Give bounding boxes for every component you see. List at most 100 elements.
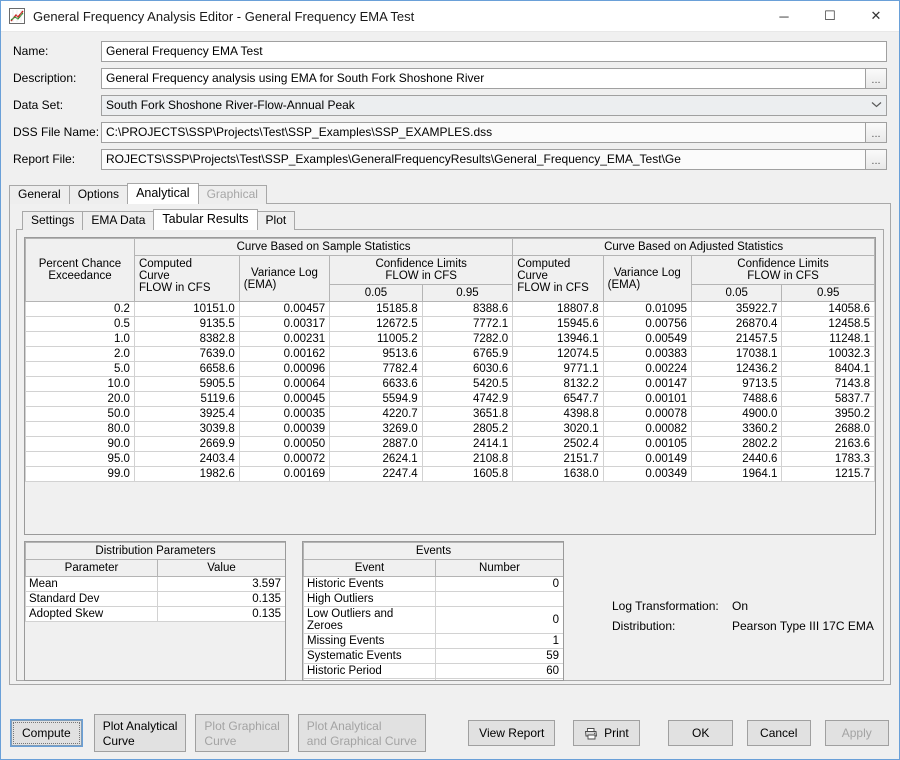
table-cell[interactable]: 0.00149: [602, 451, 693, 467]
table-cell[interactable]: 8132.2: [512, 376, 604, 392]
table-cell[interactable]: 13946.1: [512, 331, 604, 347]
maximize-button[interactable]: ☐: [807, 1, 853, 32]
close-button[interactable]: ✕: [853, 1, 899, 32]
events-container[interactable]: Events Event Number Historic Events 0 High…: [302, 541, 564, 681]
table-cell[interactable]: 0.00072: [238, 451, 331, 467]
table-cell[interactable]: 9135.5: [133, 316, 240, 332]
table-cell[interactable]: 99.0: [25, 466, 135, 482]
table-cell[interactable]: 2108.8: [421, 451, 514, 467]
ok-button[interactable]: OK: [668, 720, 733, 746]
table-cell[interactable]: 6633.6: [329, 376, 423, 392]
table-cell[interactable]: 0.00035: [238, 406, 331, 422]
table-cell[interactable]: 5594.9: [329, 391, 423, 407]
event-name-cell[interactable]: Systematic Events: [303, 648, 436, 664]
parameter-name-cell[interactable]: Standard Dev: [25, 591, 158, 607]
dss-file-browse-button[interactable]: ...: [866, 121, 887, 143]
table-cell[interactable]: 0.00050: [238, 436, 331, 452]
parameter-value-cell[interactable]: 0.135: [157, 591, 285, 607]
table-cell[interactable]: 80.0: [25, 421, 135, 437]
table-row[interactable]: 90.0 2669.9 0.00050 2887.0 2414.1 2502.4 0.001…: [25, 436, 875, 452]
table-cell[interactable]: 5420.5: [421, 376, 514, 392]
table-cell[interactable]: 2802.2: [690, 436, 783, 452]
event-number-cell[interactable]: 60: [434, 663, 563, 679]
table-cell[interactable]: 0.00105: [602, 436, 693, 452]
tab-ema-data[interactable]: EMA Data: [82, 211, 155, 230]
table-cell[interactable]: 0.00039: [238, 421, 331, 437]
table-cell[interactable]: 2805.2: [421, 421, 514, 437]
table-cell[interactable]: 3925.4: [133, 406, 240, 422]
table-row[interactable]: 5.0 6658.6 0.00096 7782.4 6030.6 9771.1 0.0022…: [25, 361, 875, 377]
parameter-value-cell[interactable]: 0.135: [157, 606, 285, 622]
table-cell[interactable]: 7639.0: [133, 346, 240, 362]
table-row[interactable]: High Outliers: [303, 591, 563, 607]
distribution-parameters-container[interactable]: Distribution Parameters Parameter Value …: [24, 541, 286, 681]
table-row[interactable]: 20.0 5119.6 0.00045 5594.9 4742.9 6547.7 0.001…: [25, 391, 875, 407]
table-cell[interactable]: 12074.5: [512, 346, 604, 362]
table-cell[interactable]: 2151.7: [512, 451, 604, 467]
description-input[interactable]: General Frequency analysis using EMA for…: [101, 67, 866, 89]
event-name-cell[interactable]: Missing Events: [303, 633, 436, 649]
description-browse-button[interactable]: ...: [866, 67, 887, 89]
table-cell[interactable]: 1783.3: [781, 451, 875, 467]
table-cell[interactable]: 12672.5: [329, 316, 423, 332]
table-row[interactable]: Adopted Skew 0.135: [25, 606, 285, 622]
results-table-container[interactable]: Percent Chance Exceedance Curve Based on…: [24, 237, 876, 535]
table-cell[interactable]: 4398.8: [512, 406, 604, 422]
table-cell[interactable]: 0.00549: [602, 331, 693, 347]
table-cell[interactable]: 2163.6: [781, 436, 875, 452]
table-cell[interactable]: 0.00101: [602, 391, 693, 407]
table-row[interactable]: 99.0 1982.6 0.00169 2247.4 1605.8 1638.0 0.003…: [25, 466, 875, 482]
table-cell[interactable]: 35922.7: [690, 301, 783, 317]
name-input[interactable]: General Frequency EMA Test: [101, 40, 887, 62]
table-cell[interactable]: 0.00169: [238, 466, 331, 482]
minimize-button[interactable]: ─: [761, 1, 807, 32]
table-cell[interactable]: 4742.9: [421, 391, 514, 407]
table-cell[interactable]: 0.00147: [602, 376, 693, 392]
table-cell[interactable]: 0.00045: [238, 391, 331, 407]
tab-plot[interactable]: Plot: [256, 211, 296, 230]
table-cell[interactable]: 3020.1: [512, 421, 604, 437]
table-cell[interactable]: 2624.1: [329, 451, 423, 467]
table-cell[interactable]: 7143.8: [781, 376, 875, 392]
table-cell[interactable]: 6765.9: [421, 346, 514, 362]
table-row[interactable]: Historic Period 60: [303, 663, 563, 679]
table-cell[interactable]: 2247.4: [329, 466, 423, 482]
report-file-browse-button[interactable]: ...: [866, 148, 887, 170]
table-cell[interactable]: 90.0: [25, 436, 135, 452]
view-report-button[interactable]: View Report: [468, 720, 556, 746]
table-cell[interactable]: 11248.1: [781, 331, 875, 347]
table-row[interactable]: Equivalent Record Len...59.000: [303, 678, 563, 680]
table-cell[interactable]: 0.01095: [602, 301, 693, 317]
cancel-button[interactable]: Cancel: [746, 720, 811, 746]
table-row[interactable]: 95.0 2403.4 0.00072 2624.1 2108.8 2151.7 0.001…: [25, 451, 875, 467]
table-row[interactable]: Mean 3.597: [25, 576, 285, 592]
table-cell[interactable]: 7782.4: [329, 361, 423, 377]
table-row[interactable]: Standard Dev 0.135: [25, 591, 285, 607]
tab-analytical[interactable]: Analytical: [127, 183, 199, 204]
table-cell[interactable]: 0.00224: [602, 361, 693, 377]
event-name-cell[interactable]: Equivalent Record Len...: [303, 678, 436, 680]
table-cell[interactable]: 2502.4: [512, 436, 604, 452]
table-cell[interactable]: 1.0: [25, 331, 135, 347]
table-cell[interactable]: 11005.2: [329, 331, 423, 347]
table-cell[interactable]: 6658.6: [133, 361, 240, 377]
table-cell[interactable]: 5837.7: [781, 391, 875, 407]
table-cell[interactable]: 2887.0: [329, 436, 423, 452]
table-cell[interactable]: 6030.6: [421, 361, 514, 377]
table-cell[interactable]: 1982.6: [133, 466, 240, 482]
table-cell[interactable]: 2669.9: [133, 436, 240, 452]
table-row[interactable]: 1.0 8382.8 0.00231 11005.2 7282.0 13946.1 0.00…: [25, 331, 875, 347]
table-cell[interactable]: 0.00082: [602, 421, 693, 437]
event-number-cell[interactable]: 59: [434, 648, 563, 664]
table-cell[interactable]: 12436.2: [690, 361, 783, 377]
parameter-name-cell[interactable]: Adopted Skew: [25, 606, 158, 622]
table-cell[interactable]: 4220.7: [329, 406, 423, 422]
tab-settings[interactable]: Settings: [22, 211, 84, 230]
parameter-value-cell[interactable]: 3.597: [157, 576, 285, 592]
table-cell[interactable]: 1605.8: [421, 466, 514, 482]
event-name-cell[interactable]: High Outliers: [303, 591, 436, 607]
table-cell[interactable]: 10151.0: [133, 301, 240, 317]
table-cell[interactable]: 20.0: [25, 391, 135, 407]
dss-file-input[interactable]: C:\PROJECTS\SSP\Projects\Test\SSP_Exampl…: [101, 121, 866, 143]
table-cell[interactable]: 21457.5: [690, 331, 783, 347]
